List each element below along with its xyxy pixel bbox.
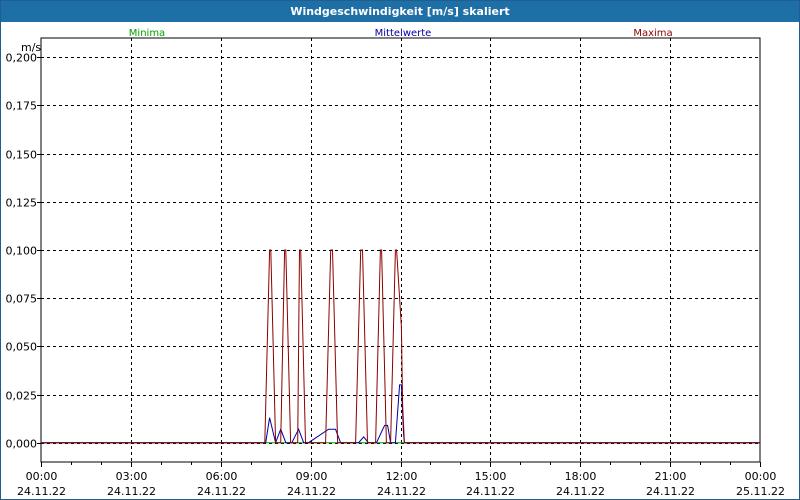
y-tick-label: 0,000	[6, 438, 38, 451]
plot-area	[40, 37, 761, 463]
x-tick-time: 15:00	[475, 470, 507, 483]
y-tick-label: 0,025	[6, 390, 38, 403]
y-axis-label: m/s	[21, 41, 41, 54]
y-tick-label: 0,100	[6, 245, 38, 258]
y-tick-label: 0,075	[6, 293, 38, 306]
x-tick-time: 03:00	[116, 470, 148, 483]
x-tick-time: 09:00	[296, 470, 328, 483]
x-tick-time: 18:00	[565, 470, 597, 483]
x-tick-date: 24.11.22	[107, 485, 156, 498]
x-tick-date: 24.11.22	[556, 485, 605, 498]
x-tick-date: 24.11.22	[197, 485, 246, 498]
chart-window: Windgeschwindigkeit [m/s] skaliert 0,200…	[0, 0, 800, 500]
legend-mittelwerte: Mittelwerte	[375, 28, 432, 39]
legend-maxima: Maxima	[633, 28, 672, 39]
x-tick-date: 24.11.22	[17, 485, 66, 498]
x-tick-time: 00:00	[26, 470, 58, 483]
legend-minima: Minima	[129, 28, 165, 39]
wind-speed-chart: 0,2000,1750,1500,1250,1000,0750,0500,025…	[6, 28, 785, 498]
x-tick-date: 25.11.22	[736, 485, 785, 498]
x-tick-time: 12:00	[386, 470, 418, 483]
x-tick-time: 06:00	[206, 470, 238, 483]
y-tick-label: 0,150	[6, 149, 38, 162]
y-tick-label: 0,125	[6, 197, 38, 210]
x-tick-time: 21:00	[655, 470, 687, 483]
x-tick-time: 00:00	[745, 470, 777, 483]
y-tick-label: 0,175	[6, 100, 38, 113]
y-tick-label: 0,050	[6, 341, 38, 354]
x-tick-date: 24.11.22	[287, 485, 336, 498]
x-tick-date: 24.11.22	[646, 485, 695, 498]
x-tick-date: 24.11.22	[377, 485, 426, 498]
x-tick-date: 24.11.22	[466, 485, 515, 498]
